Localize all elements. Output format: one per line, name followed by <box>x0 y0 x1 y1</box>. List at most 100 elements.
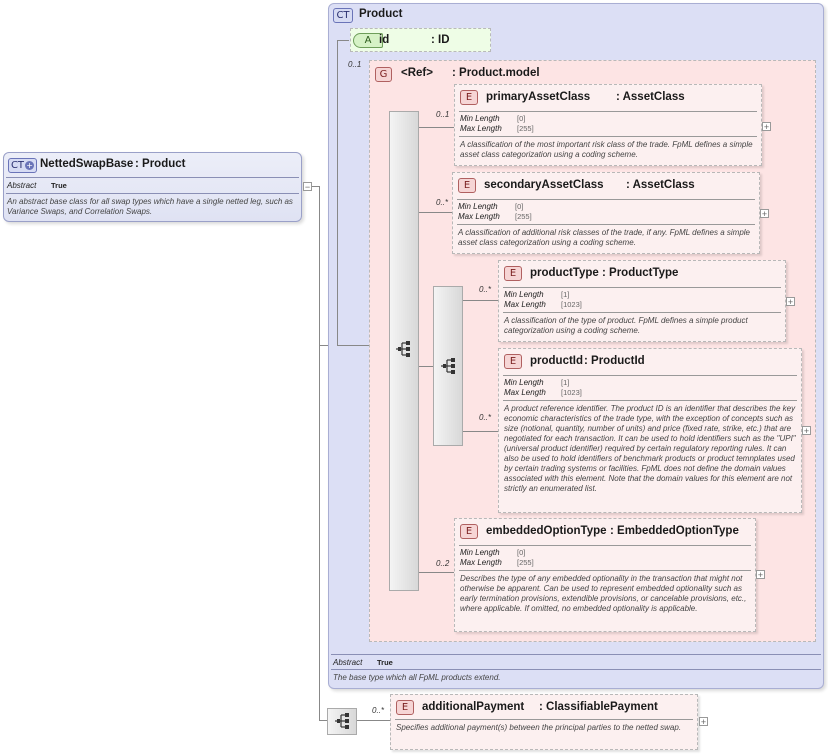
occurrence-additional-payment: 0..* <box>372 706 385 715</box>
element-doc: Specifies additional payment(s) between … <box>396 723 682 732</box>
divider <box>6 193 299 194</box>
element-product-id[interactable]: E productId : ProductId Min Length [1] M… <box>498 348 802 513</box>
max-length-value: [255] <box>517 124 534 133</box>
divider <box>503 287 781 288</box>
max-length-label: Max Length <box>458 212 500 221</box>
occurrence-embedded: 0..2 <box>436 559 450 568</box>
min-length-value: [1] <box>561 290 570 299</box>
connector-line <box>357 720 390 721</box>
element-type: : AssetClass <box>616 91 685 103</box>
attribute-id[interactable]: A id : ID <box>350 28 491 52</box>
element-name: additionalPayment <box>422 701 525 713</box>
connector-line <box>419 127 454 128</box>
connector-line <box>337 40 349 41</box>
element-name: embeddedOptionType <box>486 525 607 537</box>
sequence-icon <box>335 713 349 729</box>
complex-type-badge: CT + <box>8 158 37 173</box>
attribute-id-type: : ID <box>431 34 450 46</box>
group-ref: <Ref> <box>401 67 433 79</box>
divider <box>331 669 821 670</box>
element-badge: E <box>460 524 478 539</box>
expand-toggle[interactable]: + <box>760 209 769 219</box>
choice-icon <box>441 358 455 374</box>
min-length-label: Min Length <box>458 202 498 211</box>
expand-toggle[interactable]: + <box>786 297 795 307</box>
element-doc: A product reference identifier. The prod… <box>504 404 796 493</box>
element-name: productType <box>530 267 599 279</box>
element-primary-asset-class[interactable]: E primaryAssetClass : AssetClass Min Len… <box>454 84 762 166</box>
extension-plus-icon: + <box>25 160 35 170</box>
element-name: secondaryAssetClass <box>484 179 604 191</box>
max-length-value: [255] <box>517 558 534 567</box>
element-badge: E <box>458 178 476 193</box>
expand-toggle[interactable]: + <box>762 122 771 132</box>
collapse-toggle[interactable]: − <box>303 182 312 192</box>
element-type: : ProductId <box>584 355 645 367</box>
element-type: : ProductType <box>602 267 679 279</box>
element-doc: A classification of the most important r… <box>460 140 753 159</box>
expand-toggle[interactable]: + <box>699 717 708 727</box>
badge-label: CT <box>10 160 25 171</box>
sequence-icon <box>396 341 410 357</box>
product-name: Product <box>359 8 403 20</box>
connector-line <box>337 40 338 346</box>
max-length-value: [1023] <box>561 388 582 397</box>
element-embedded-option-type[interactable]: E embeddedOptionType : EmbeddedOptionTyp… <box>454 518 756 632</box>
element-doc: A classification of additional risk clas… <box>458 228 750 247</box>
abstract-value: True <box>377 658 393 667</box>
divider <box>457 199 755 200</box>
min-length-label: Min Length <box>504 290 544 299</box>
connector-line <box>419 366 434 367</box>
element-badge: E <box>504 266 522 281</box>
element-badge: E <box>460 90 478 105</box>
divider <box>459 570 751 571</box>
occurrence-product-id: 0..* <box>479 413 492 422</box>
min-length-value: [0] <box>515 202 524 211</box>
element-name: primaryAssetClass <box>486 91 591 103</box>
divider <box>503 400 797 401</box>
min-length-label: Min Length <box>460 548 500 557</box>
divider <box>459 545 751 546</box>
max-length-label: Max Length <box>504 300 546 309</box>
divider <box>459 111 757 112</box>
abstract-label: Abstract <box>7 181 37 190</box>
element-type: : ClassifiablePayment <box>539 701 658 713</box>
connector-line <box>419 572 454 573</box>
netted-swap-base-type: : Product <box>135 158 186 170</box>
occurrence-product-type: 0..* <box>479 285 492 294</box>
element-type: : EmbeddedOptionType <box>610 525 739 537</box>
netted-swap-base-doc: An abstract base class for all swap type… <box>7 197 293 216</box>
abstract-value: True <box>51 181 67 190</box>
divider <box>459 136 757 137</box>
max-length-label: Max Length <box>460 558 502 567</box>
divider <box>503 312 781 313</box>
min-length-value: [1] <box>561 378 570 387</box>
element-additional-payment[interactable]: E additionalPayment : ClassifiablePaymen… <box>390 694 698 750</box>
min-length-label: Min Length <box>504 378 544 387</box>
min-length-label: Min Length <box>460 114 500 123</box>
connector-line <box>463 431 498 432</box>
netted-swap-base-name: NettedSwapBase <box>40 158 134 170</box>
divider <box>457 224 755 225</box>
complex-type-badge: CT <box>333 8 353 23</box>
netted-swap-base-box[interactable]: CT + NettedSwapBase : Product Abstract Tr… <box>3 152 302 222</box>
expand-toggle[interactable]: + <box>802 426 811 436</box>
divider <box>503 375 797 376</box>
connector-line <box>319 720 327 721</box>
expand-toggle[interactable]: + <box>756 570 765 580</box>
occurrence-secondary: 0..* <box>436 198 449 207</box>
divider <box>395 719 693 720</box>
max-length-value: [255] <box>515 212 532 221</box>
max-length-value: [1023] <box>561 300 582 309</box>
connector-line <box>319 186 320 721</box>
abstract-label: Abstract <box>333 658 363 667</box>
connector-line <box>419 212 454 213</box>
max-length-label: Max Length <box>504 388 546 397</box>
element-badge: E <box>504 354 522 369</box>
element-badge: E <box>396 700 414 715</box>
element-product-type[interactable]: E productType : ProductType Min Length [… <box>498 260 786 342</box>
group-occurrence: 0..1 <box>348 60 362 69</box>
element-doc: A classification of the type of product.… <box>504 316 748 335</box>
min-length-value: [0] <box>517 548 526 557</box>
element-secondary-asset-class[interactable]: E secondaryAssetClass : AssetClass Min L… <box>452 172 760 254</box>
